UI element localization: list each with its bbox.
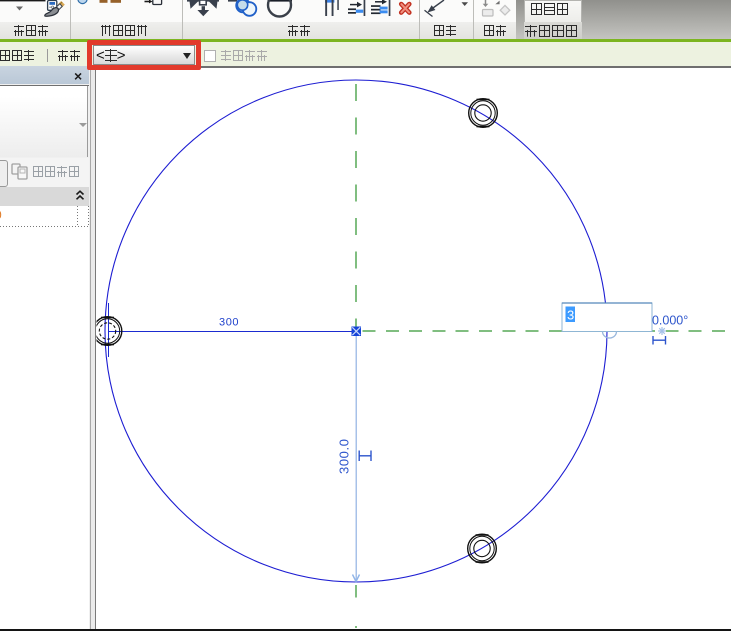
svg-text:3: 3 xyxy=(567,308,574,323)
svg-text:300.0: 300.0 xyxy=(337,438,352,474)
svg-text:300: 300 xyxy=(219,317,239,329)
